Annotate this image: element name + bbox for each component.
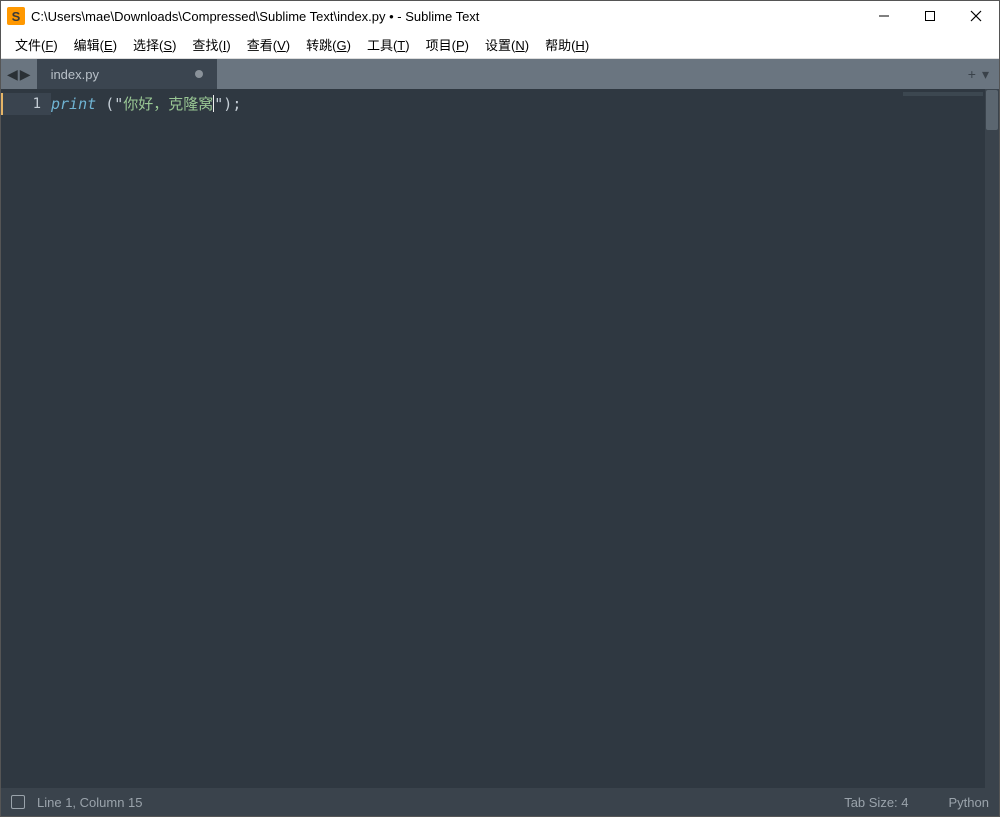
status-bar: Line 1, Column 15 Tab Size: 4 Python (1, 788, 999, 816)
menu-help[interactable]: 帮助(H) (539, 33, 595, 56)
maximize-icon (924, 10, 936, 22)
editor: 1 print ("你好，克隆窝"); (1, 89, 999, 788)
gutter[interactable]: 1 (1, 89, 51, 788)
tab-dirty-indicator-icon (195, 70, 203, 78)
titlebar[interactable]: S C:\Users\mae\Downloads\Compressed\Subl… (1, 1, 999, 31)
token-quote-close: " (214, 95, 223, 113)
code-area[interactable]: print ("你好，克隆窝"); (51, 89, 999, 788)
status-syntax[interactable]: Python (949, 795, 989, 810)
vertical-scrollbar[interactable] (985, 89, 999, 788)
app-icon-letter: S (12, 9, 21, 24)
minimize-button[interactable] (861, 1, 907, 31)
app-window: S C:\Users\mae\Downloads\Compressed\Subl… (0, 0, 1000, 817)
new-tab-icon[interactable]: + (968, 66, 976, 82)
token-function: print (51, 95, 96, 113)
close-button[interactable] (953, 1, 999, 31)
tab-bar: ◀ ▶ index.py + ▾ (1, 59, 999, 89)
minimize-icon (878, 10, 890, 22)
menubar: 文件(F) 编辑(E) 选择(S) 查找(I) 查看(V) 转跳(G) 工具(T… (1, 31, 999, 59)
window-title: C:\Users\mae\Downloads\Compressed\Sublim… (31, 9, 861, 24)
app-icon: S (7, 7, 25, 25)
token-semicolon: ; (232, 95, 241, 113)
token-string: 你好，克隆窝 (123, 95, 213, 113)
menu-selection[interactable]: 选择(S) (127, 33, 182, 56)
close-icon (970, 10, 982, 22)
status-tab-size[interactable]: Tab Size: 4 (844, 795, 908, 810)
tab-label: index.py (51, 67, 99, 82)
token-quote-open: " (114, 95, 123, 113)
nav-back-icon[interactable]: ◀ (7, 66, 18, 83)
menu-edit[interactable]: 编辑(E) (68, 33, 123, 56)
nav-forward-icon[interactable]: ▶ (20, 66, 31, 83)
tab-index-py[interactable]: index.py (37, 59, 217, 89)
status-position[interactable]: Line 1, Column 15 (37, 795, 804, 810)
text-cursor (213, 95, 214, 112)
menu-project[interactable]: 项目(P) (420, 33, 475, 56)
tab-actions: + ▾ (968, 59, 999, 89)
maximize-button[interactable] (907, 1, 953, 31)
menu-view[interactable]: 查看(V) (241, 33, 296, 56)
tab-nav-arrows: ◀ ▶ (1, 59, 37, 89)
menu-find[interactable]: 查找(I) (186, 33, 236, 56)
tab-dropdown-icon[interactable]: ▾ (982, 66, 989, 83)
menu-goto[interactable]: 转跳(G) (300, 33, 357, 56)
code-line-1: print ("你好，克隆窝"); (51, 93, 999, 115)
token-paren-open: ( (105, 95, 114, 113)
minimap[interactable] (903, 92, 983, 96)
menu-tools[interactable]: 工具(T) (361, 33, 416, 56)
menu-file[interactable]: 文件(F) (9, 33, 64, 56)
panel-switcher-icon[interactable] (11, 795, 25, 809)
menu-preferences[interactable]: 设置(N) (479, 33, 535, 56)
token-paren-close: ) (223, 95, 232, 113)
scrollbar-thumb[interactable] (986, 90, 998, 130)
window-controls (861, 1, 999, 31)
line-number: 1 (1, 93, 51, 115)
